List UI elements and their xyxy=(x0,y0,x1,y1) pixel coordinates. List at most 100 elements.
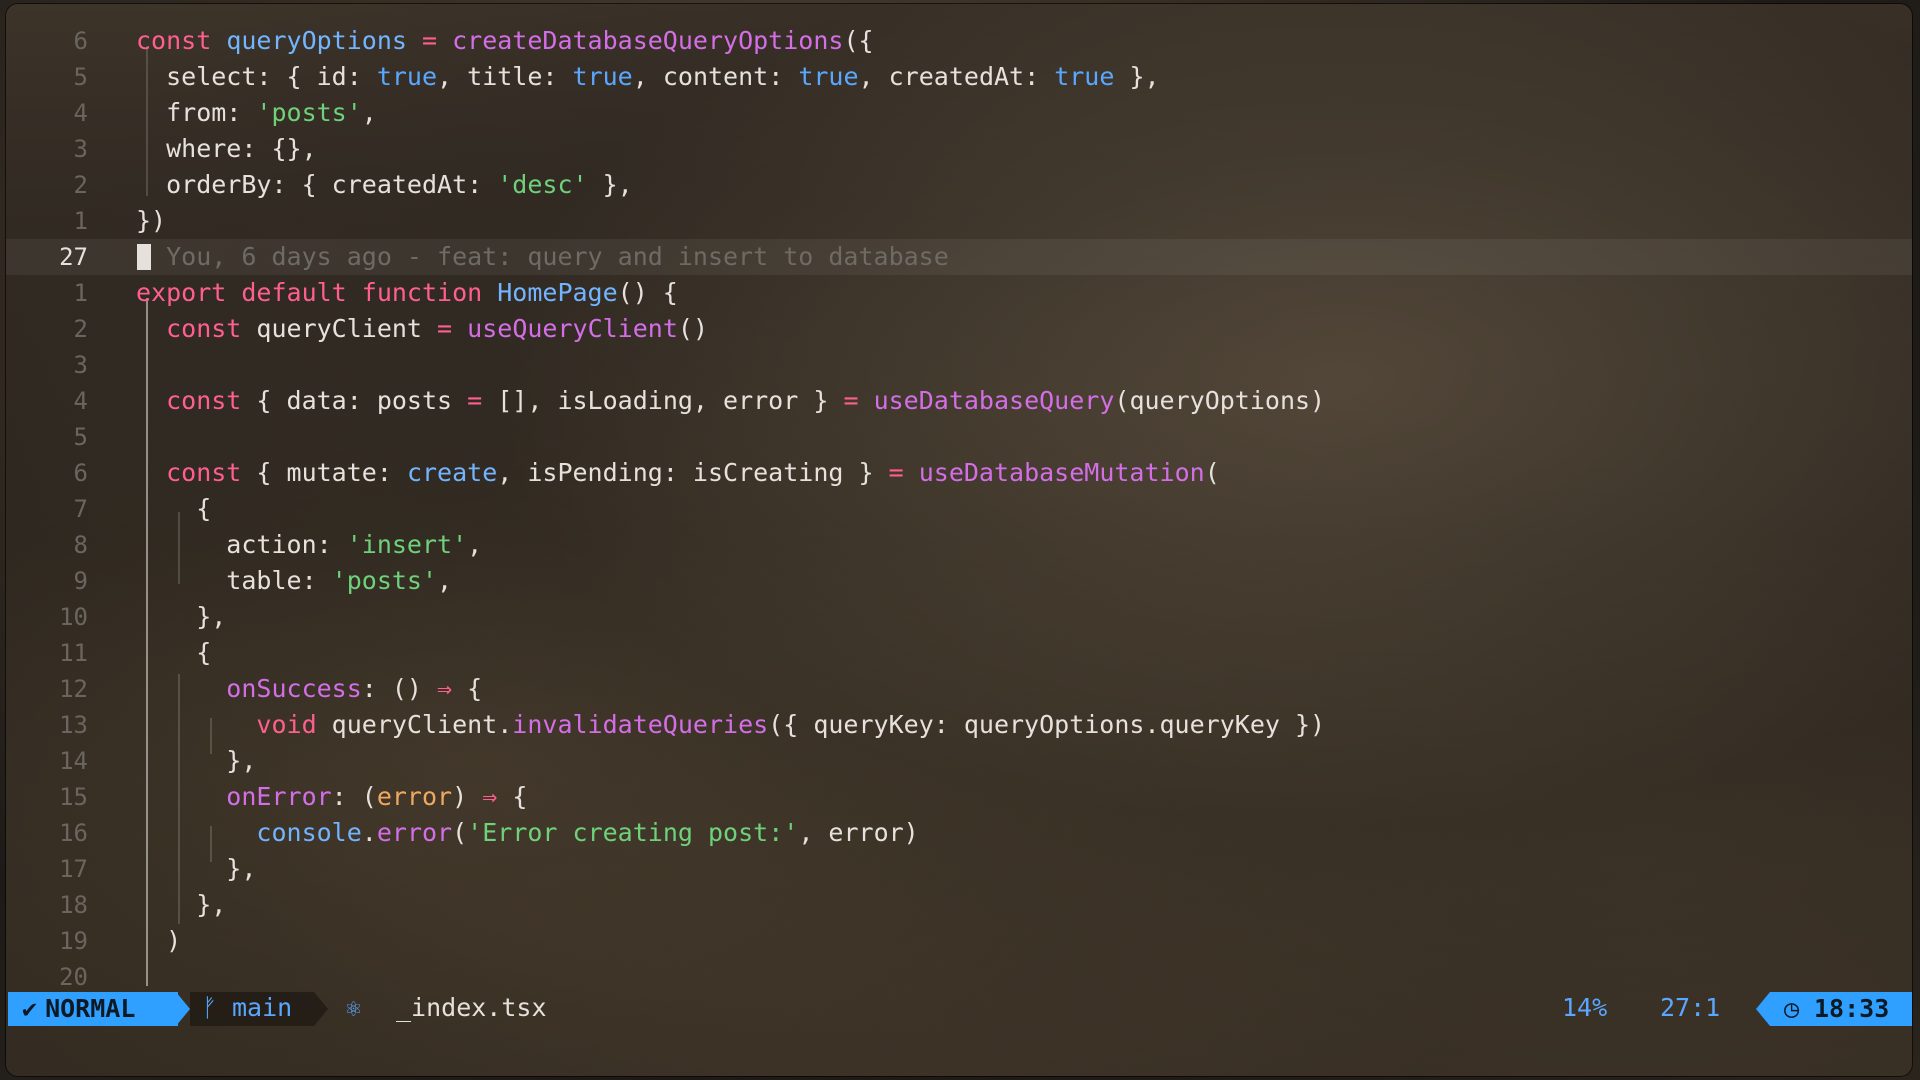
code-token: { xyxy=(136,494,212,523)
code-line[interactable]: 2 const queryClient = useQueryClient() xyxy=(6,311,1912,347)
code-token: createDatabaseQueryOptions xyxy=(452,26,844,55)
code-line[interactable]: 8 action: 'insert', xyxy=(6,527,1912,563)
code-text: }, xyxy=(136,743,256,779)
code-token: error xyxy=(376,782,453,811)
code-line[interactable]: 7 { xyxy=(6,491,1912,527)
code-token: export default function xyxy=(136,278,498,307)
code-token: : ( xyxy=(331,782,377,811)
code-token: = xyxy=(888,458,904,487)
code-text: console.error('Error creating post:', er… xyxy=(136,815,918,851)
code-text: const { mutate: create, isPending: isCre… xyxy=(136,455,1220,491)
code-line[interactable]: 5 select: { id: true, title: true, conte… xyxy=(6,59,1912,95)
cursor-position: 27:1 xyxy=(1660,993,1721,1022)
line-number: 3 xyxy=(73,135,88,163)
code-token: where: {}, xyxy=(136,134,317,163)
code-token: const xyxy=(136,314,257,343)
code-text: void queryClient.invalidateQueries({ que… xyxy=(136,707,1325,743)
code-token: from: xyxy=(136,98,257,127)
code-token: }, xyxy=(587,170,633,199)
vim-icon: ✔ xyxy=(22,994,38,1023)
code-token: queryClient xyxy=(256,314,438,343)
code-token: create xyxy=(406,458,498,487)
line-number: 8 xyxy=(73,531,88,559)
line-number: 1 xyxy=(73,207,88,235)
code-token: { mutate: xyxy=(256,458,407,487)
code-line[interactable]: 10 }, xyxy=(6,599,1912,635)
code-token: 'insert' xyxy=(346,530,468,559)
code-line[interactable]: 1 export default function HomePage() { xyxy=(6,275,1912,311)
clock-segment: ◷ 18:33 xyxy=(1770,992,1912,1026)
code-text: const { data: posts = [], isLoading, err… xyxy=(136,383,1325,419)
code-token: }, xyxy=(136,890,227,919)
line-number: 17 xyxy=(59,855,88,883)
code-token: invalidateQueries xyxy=(512,710,769,739)
branch-separator xyxy=(314,992,328,1026)
code-line[interactable]: 15 onError: (error) ⇒ { xyxy=(6,779,1912,815)
code-token: , title: xyxy=(437,62,573,91)
code-token: const xyxy=(136,26,227,55)
code-line[interactable]: 18 }, xyxy=(6,887,1912,923)
code-text: action: 'insert', xyxy=(136,527,482,563)
code-line[interactable]: 17 }, xyxy=(6,851,1912,887)
code-line[interactable]: 6 const queryOptions = createDatabaseQuer… xyxy=(6,23,1912,59)
code-line[interactable]: 13 void queryClient.invalidateQueries({ … xyxy=(6,707,1912,743)
code-line[interactable]: 16 console.error('Error creating post:',… xyxy=(6,815,1912,851)
code-text: onError: (error) ⇒ { xyxy=(136,779,527,815)
line-number: 5 xyxy=(73,63,88,91)
code-text: { xyxy=(136,491,211,527)
code-line[interactable]: 9 table: 'posts', xyxy=(6,563,1912,599)
status-line: ✔ NORMAL ᚠ main ⚛ _index.tsx 14% 27:1 ◷ 1… xyxy=(6,988,1912,1028)
code-token: , content: xyxy=(632,62,799,91)
code-token: , xyxy=(361,98,377,127)
code-line[interactable]: 6 const { mutate: create, isPending: isC… xyxy=(6,455,1912,491)
code-line[interactable]: 3 where: {}, xyxy=(6,131,1912,167)
code-text: }, xyxy=(136,599,226,635)
code-token: { data: posts xyxy=(256,386,468,415)
branch-label[interactable]: main xyxy=(232,988,292,1028)
code-token: () { xyxy=(617,278,678,307)
code-line[interactable]: 2 orderBy: { createdAt: 'desc' }, xyxy=(6,167,1912,203)
code-token: HomePage xyxy=(497,278,618,307)
code-editor[interactable]: 6 const queryOptions = createDatabaseQuer… xyxy=(6,4,1912,991)
code-token: }, xyxy=(136,746,257,775)
clock-separator xyxy=(1756,992,1770,1026)
code-line[interactable]: 11 { xyxy=(6,635,1912,671)
line-number: 10 xyxy=(59,603,88,631)
code-line-current[interactable]: 27 You, 6 days ago - feat: query and ins… xyxy=(6,239,1912,275)
line-number: 11 xyxy=(59,639,88,667)
code-text: You, 6 days ago - feat: query and insert… xyxy=(136,239,949,275)
code-token: }, xyxy=(136,602,227,631)
git-blame-text: You, 6 days ago - feat: query and insert… xyxy=(166,242,949,271)
code-token: , isPending: isCreating } xyxy=(497,458,889,487)
code-line[interactable]: 14 }, xyxy=(6,743,1912,779)
line-number: 15 xyxy=(59,783,88,811)
code-line[interactable]: 4 const { data: posts = [], isLoading, e… xyxy=(6,383,1912,419)
code-line[interactable]: 4 from: 'posts', xyxy=(6,95,1912,131)
code-token: }, xyxy=(136,854,257,883)
code-line[interactable]: 3 xyxy=(6,347,1912,383)
code-token: useDatabaseMutation xyxy=(918,458,1205,487)
code-text: }, xyxy=(136,851,256,887)
code-token: (queryOptions) xyxy=(1114,386,1326,415)
code-line[interactable]: 12 onSuccess: () ⇒ { xyxy=(6,671,1912,707)
code-line[interactable]: 5 xyxy=(6,419,1912,455)
line-number: 16 xyxy=(59,819,88,847)
code-token: const xyxy=(136,458,257,487)
react-icon: ⚛ xyxy=(346,993,362,1022)
code-token: orderBy: { createdAt: xyxy=(136,170,498,199)
file-name[interactable]: _index.tsx xyxy=(396,988,547,1028)
code-token: const xyxy=(136,386,257,415)
line-number: 9 xyxy=(73,567,88,595)
code-line[interactable]: 19 ) xyxy=(6,923,1912,959)
code-token: 'Error creating post:' xyxy=(467,818,799,847)
code-token: void xyxy=(136,710,332,739)
code-token: useQueryClient xyxy=(467,314,678,343)
line-number: 13 xyxy=(59,711,88,739)
line-number: 27 xyxy=(59,243,88,271)
code-text: }, xyxy=(136,887,226,923)
line-number: 18 xyxy=(59,891,88,919)
code-token: , xyxy=(467,530,483,559)
code-line[interactable]: 1}) xyxy=(6,203,1912,239)
